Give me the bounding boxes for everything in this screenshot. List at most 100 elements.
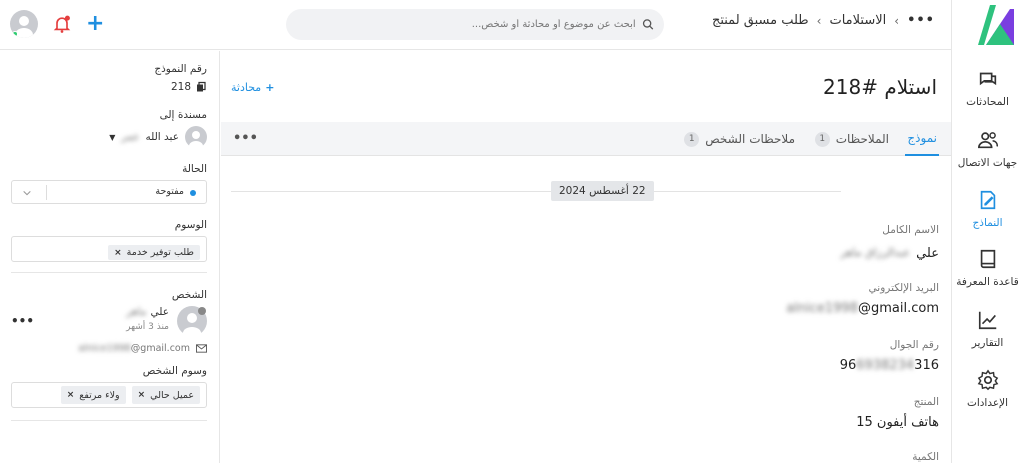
- status-select[interactable]: مفتوحة: [11, 180, 207, 204]
- assignee-select[interactable]: عبد الله عمر ▼: [109, 126, 207, 148]
- tag-chip: عميل حالي ×: [131, 386, 200, 404]
- field-value: 316: [914, 358, 939, 373]
- field-label: رقم الجوال: [889, 339, 939, 351]
- chevron-left-icon: ›: [816, 13, 822, 28]
- caret-down-icon: ▼: [109, 132, 116, 142]
- remove-tag-button[interactable]: ×: [67, 390, 75, 400]
- search-box[interactable]: [286, 9, 664, 40]
- search-input[interactable]: [296, 19, 636, 30]
- assigned-label: مسندة إلى: [159, 109, 207, 121]
- field-value-blurred: 6938234: [856, 358, 915, 373]
- count-badge: 1: [814, 131, 830, 147]
- tab-label: نموذج: [907, 131, 937, 145]
- nav-item-contacts[interactable]: جهات الاتصال: [951, 129, 1024, 169]
- nav-label: التقارير: [971, 337, 1004, 349]
- app-root: ••• › الاستلامات › طلب مسبق لمنتج +: [0, 0, 1024, 463]
- nav-item-knowledge-base[interactable]: قاعدة المعرفة: [951, 248, 1024, 288]
- person-tags-label: وسوم الشخص: [142, 365, 207, 377]
- form-number-row: 218: [171, 81, 207, 93]
- tab-person-notes[interactable]: ملاحظات الشخص 1: [684, 122, 795, 156]
- field-value: 96: [839, 358, 857, 373]
- nav-label: قاعدة المعرفة: [956, 276, 1019, 288]
- tags-label: الوسوم: [174, 219, 207, 231]
- user-avatar[interactable]: [10, 10, 38, 38]
- field-value-blurred: عبدالرزاق ماهر: [840, 246, 911, 259]
- field-value-email: alnice1998@gmail.com: [786, 301, 939, 316]
- person-email: alnice1998@gmail.com: [78, 343, 190, 354]
- date-divider-line: [231, 191, 841, 192]
- field-value: علي: [916, 246, 939, 261]
- tab-notes[interactable]: الملاحظات 1: [814, 122, 889, 156]
- add-conversation-label: محادثة: [231, 81, 262, 94]
- page-title: استلام #218: [823, 75, 937, 99]
- copy-icon[interactable]: [195, 81, 207, 93]
- field-value-product: هاتف أيفون 15: [856, 415, 939, 430]
- assignee-avatar: [185, 126, 207, 148]
- nav-label: النماذج: [972, 217, 1003, 229]
- field-label: الاسم الكامل: [882, 224, 939, 236]
- tabs-more-button[interactable]: •••: [233, 122, 258, 156]
- tab-form[interactable]: نموذج: [905, 122, 939, 156]
- chevron-down-icon: [23, 190, 31, 196]
- tags-field[interactable]: طلب توفير خدمة ×: [11, 236, 207, 262]
- app-logo[interactable]: [976, 5, 1014, 45]
- status-dot: [190, 190, 196, 196]
- person-name-blurred: ماهر: [126, 306, 147, 318]
- form-number: 218: [170, 81, 191, 93]
- nav-label: المحادثات: [966, 96, 1009, 108]
- forms-icon: [980, 190, 995, 210]
- main-content: استلام #218 + محادثة نموذج الملاحظات 1 م…: [221, 51, 951, 463]
- field-value-phone: 966938234316: [840, 358, 939, 373]
- contacts-icon: [977, 132, 998, 149]
- nav-item-settings[interactable]: الإعدادات: [951, 369, 1024, 409]
- person-name-row: علي ماهر: [126, 306, 169, 318]
- details-panel: رقم النموذج 218 مسندة إلى عبد الله عمر ▼…: [0, 51, 220, 463]
- mail-icon: [196, 344, 207, 353]
- tag-chip: ولاء مرتفع ×: [60, 386, 126, 404]
- notification-bell-icon[interactable]: [52, 14, 72, 34]
- person-avatar: [177, 306, 207, 336]
- tab-label: ملاحظات الشخص: [705, 132, 795, 146]
- divider: [46, 185, 47, 200]
- tag-label: طلب توفير خدمة: [126, 247, 194, 258]
- person-since: منذ 3 أشهر: [126, 322, 169, 332]
- online-status-dot: [12, 31, 18, 37]
- tag-chip: طلب توفير خدمة ×: [108, 245, 200, 260]
- person-more-button[interactable]: •••: [11, 314, 34, 328]
- nav-item-forms[interactable]: النماذج: [951, 189, 1024, 229]
- nav-label: الإعدادات: [966, 397, 1009, 409]
- top-bar: ••• › الاستلامات › طلب مسبق لمنتج +: [0, 0, 951, 50]
- count-badge: 1: [684, 131, 700, 147]
- tabs-bar: نموذج الملاحظات 1 ملاحظات الشخص 1 •••: [221, 122, 951, 156]
- tab-label: الملاحظات: [835, 132, 889, 146]
- main-nav: المحادثات جهات الاتصال النماذج قاعدة الم…: [951, 0, 1024, 463]
- person-tags-field[interactable]: عميل حالي × ولاء مرتفع ×: [11, 382, 207, 408]
- divider: [11, 420, 207, 421]
- field-label: الكمية: [912, 451, 939, 463]
- person-email-row: alnice1998@gmail.com: [78, 343, 207, 354]
- chevron-left-icon: ›: [894, 13, 900, 28]
- nav-item-conversations[interactable]: المحادثات: [951, 68, 1024, 108]
- assignee-name: عبد الله: [145, 131, 179, 143]
- add-button[interactable]: +: [86, 13, 104, 35]
- person-label: الشخص: [171, 289, 207, 301]
- person-name: علي: [150, 306, 170, 318]
- top-actions: +: [10, 10, 104, 38]
- field-value: @gmail.com: [857, 301, 939, 316]
- tag-label: عميل حالي: [150, 389, 194, 401]
- field-value-full-name: علي عبدالرزاق ماهر: [840, 246, 939, 261]
- field-label: المنتج: [913, 396, 939, 408]
- add-conversation-button[interactable]: + محادثة: [231, 81, 274, 94]
- person-card[interactable]: علي ماهر منذ 3 أشهر •••: [11, 306, 207, 336]
- breadcrumb-more-button[interactable]: •••: [907, 13, 935, 28]
- status-value: مفتوحة: [155, 186, 184, 197]
- field-label: البريد الإلكتروني: [868, 282, 939, 294]
- remove-tag-button[interactable]: ×: [114, 248, 122, 258]
- date-separator: 22 أغسطس 2024: [551, 181, 654, 201]
- breadcrumb-root-link[interactable]: الاستلامات: [829, 13, 886, 28]
- remove-tag-button[interactable]: ×: [138, 390, 146, 400]
- nav-item-reports[interactable]: التقارير: [951, 309, 1024, 349]
- nav-label: جهات الاتصال: [957, 157, 1018, 169]
- book-icon: [980, 249, 995, 269]
- gear-icon: [977, 369, 998, 391]
